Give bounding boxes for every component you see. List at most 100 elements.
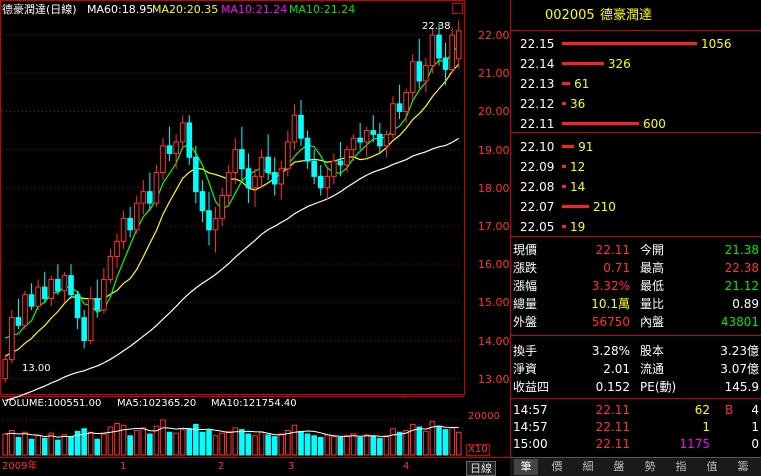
- volume-bar: [101, 433, 107, 456]
- tick-time: 14:57: [513, 420, 548, 434]
- volume-bar: [442, 429, 449, 456]
- bid-price: 22.05: [520, 220, 555, 234]
- tab-6[interactable]: 值: [700, 459, 724, 475]
- candle-body: [179, 122, 186, 143]
- stat-value: 0.71: [603, 261, 630, 275]
- volume-bar: [239, 429, 245, 456]
- volume-bar: [278, 433, 285, 456]
- stat-label: 換手: [513, 344, 538, 358]
- candle-body: [74, 294, 81, 319]
- candle-body: [61, 275, 68, 292]
- stock-code: 002005: [545, 8, 595, 23]
- candle-body: [278, 168, 285, 185]
- candle-body: [337, 160, 344, 166]
- candle-body: [232, 149, 239, 174]
- bid-volume: 12: [570, 160, 586, 174]
- candle-body: [87, 298, 94, 342]
- tick-side: B: [725, 403, 734, 417]
- price-axis-label: 17.00: [478, 220, 510, 233]
- stat-value: 56750: [591, 315, 630, 329]
- tab-0[interactable]: 筆: [514, 459, 538, 475]
- volume-bar: [133, 430, 140, 456]
- candle-body: [225, 172, 232, 196]
- tab-7[interactable]: 籌: [731, 459, 755, 475]
- quote-panel: 002005 德豪潤達 22.15 1056 22.14 326 22.13 61 22.1…: [510, 0, 761, 475]
- price-axis-label: 15.00: [478, 296, 510, 310]
- tick-volume: 1175: [679, 437, 710, 451]
- candle-body: [120, 217, 127, 242]
- tab-5[interactable]: 指: [669, 459, 693, 475]
- candle-body: [160, 145, 166, 174]
- tab-4[interactable]: 勢: [638, 459, 662, 475]
- volume-depth-bar: [562, 122, 639, 125]
- candle-body: [186, 122, 193, 158]
- volume-bar: [9, 430, 15, 456]
- candle-body: [193, 156, 199, 193]
- stat-label: 量比: [640, 297, 665, 311]
- candle-body: [173, 141, 179, 154]
- volume-axis-label: 20000: [468, 411, 500, 422]
- bid-price: 22.07: [520, 200, 555, 214]
- volume-bar: [173, 432, 179, 456]
- tab-1[interactable]: 價: [545, 459, 569, 475]
- chart-toggle-icon[interactable]: [452, 3, 463, 14]
- volume-bar: [363, 434, 370, 456]
- candle-body: [48, 278, 55, 300]
- volume-bar: [258, 431, 265, 456]
- stat-label: 最低: [640, 279, 665, 293]
- volume-bar: [127, 435, 133, 456]
- volume-bar: [317, 437, 324, 456]
- tick-price: 22.11: [595, 437, 630, 451]
- candle-body: [107, 256, 114, 280]
- stat-value: 22.38: [724, 261, 759, 275]
- stat-value: 2.01: [603, 362, 630, 376]
- candle-body: [9, 317, 15, 361]
- tick-price: 22.11: [595, 403, 630, 417]
- candle-body: [239, 149, 245, 170]
- volume-depth-bar: [562, 145, 575, 148]
- candle-body: [101, 278, 107, 311]
- volume-bar: [331, 436, 337, 456]
- stat-value: 22.11: [595, 243, 630, 257]
- candle-body: [416, 61, 423, 82]
- candle-body: [298, 114, 304, 139]
- volume-bar: [2, 433, 9, 456]
- candle-body: [449, 34, 455, 70]
- volume-depth-bar: [562, 225, 566, 228]
- bid-price: 22.10: [520, 140, 555, 154]
- volume-bar: [186, 428, 193, 456]
- candle-body: [15, 317, 22, 326]
- volume-bar: [350, 433, 357, 456]
- period-button[interactable]: 日線: [466, 461, 496, 476]
- volume-bar: [344, 435, 350, 456]
- candle-body: [311, 160, 317, 177]
- stat-value: 10.1萬: [591, 297, 630, 311]
- bid-volume: 19: [570, 220, 586, 234]
- candle-body: [114, 240, 120, 258]
- candle-body: [436, 34, 442, 59]
- candle-body: [455, 30, 462, 60]
- candle-body: [429, 34, 436, 67]
- tab-2[interactable]: 細: [576, 459, 600, 475]
- candle-body: [166, 145, 173, 154]
- stat-value: 21.12: [724, 279, 759, 293]
- quote-panel-lines: [510, 0, 761, 475]
- bid-volume: 91: [578, 140, 594, 154]
- candle-body: [390, 103, 396, 135]
- ask-price: 22.12: [520, 97, 555, 111]
- candle-body: [206, 210, 212, 231]
- stat-value: 3.07億: [720, 362, 759, 376]
- candle-body: [22, 294, 28, 326]
- ma20-label: MA20:20.35: [152, 3, 219, 16]
- volume-bar: [337, 437, 344, 456]
- candle-body: [403, 91, 409, 112]
- volume-bar: [206, 430, 212, 456]
- candle-body: [357, 137, 363, 143]
- stock-name: 德豪潤達: [600, 8, 653, 23]
- stat-label: PE(動): [640, 380, 677, 394]
- chart-title: 德豪潤達(日線): [2, 3, 77, 16]
- stat-value: 3.23億: [720, 344, 759, 358]
- tab-3[interactable]: 盤: [607, 459, 631, 475]
- volume-bar: [298, 430, 304, 456]
- stat-label: 流通: [640, 362, 665, 376]
